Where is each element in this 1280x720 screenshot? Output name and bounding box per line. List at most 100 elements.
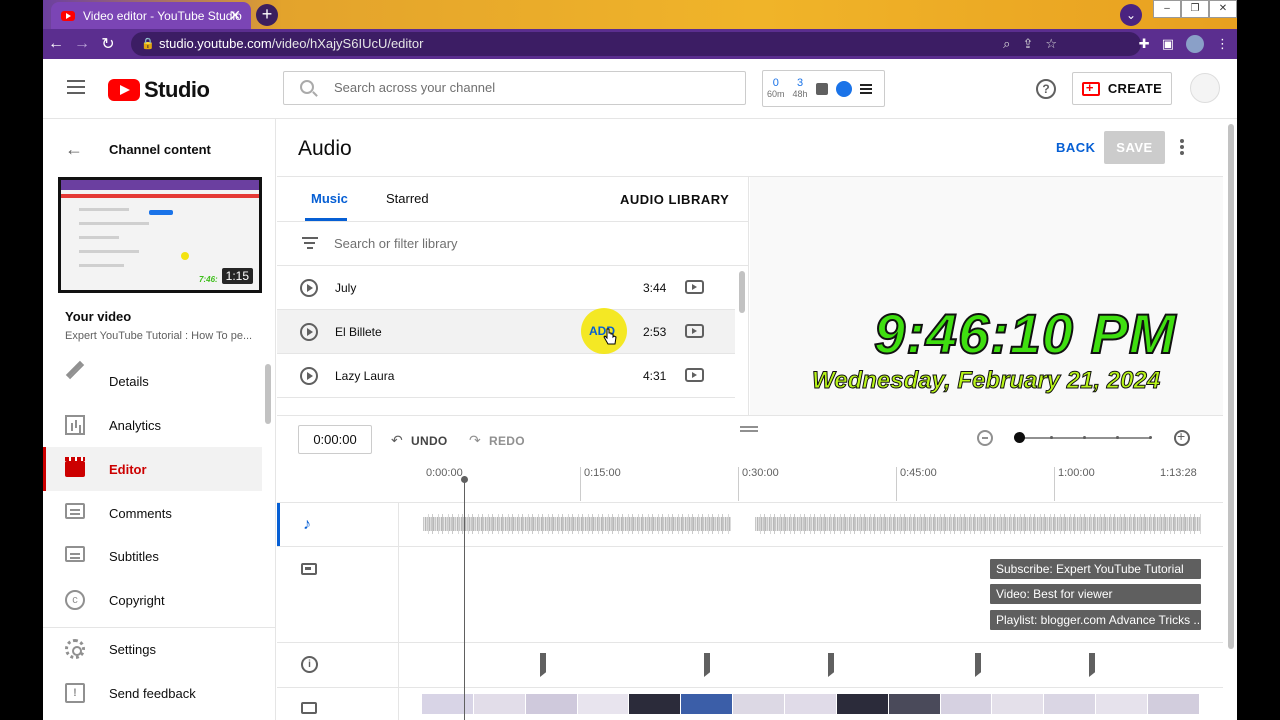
back-button[interactable]: BACK [1056,140,1096,155]
account-avatar[interactable] [1190,73,1220,103]
screen: Video editor - YouTube Studio ✕ + ⌄ – ❐ … [0,0,1280,720]
redo-button[interactable]: ↷ REDO [469,432,525,449]
restore-button[interactable]: ❐ [1181,0,1209,18]
timeline-audio-track[interactable]: ♪ [277,502,1223,546]
timeline-ruler[interactable]: 0:00:00 0:15:00 0:30:00 0:45:00 1:00:00 … [277,459,1223,502]
thumb-blue-button [149,210,173,215]
logo-text: Studio [144,77,210,102]
nav-item-feedback[interactable]: ! Send feedback [43,671,262,715]
youtube-link-icon[interactable] [685,368,704,382]
filter-icon[interactable] [302,237,318,249]
save-button[interactable]: SAVE [1104,131,1165,164]
hamburger-menu-icon[interactable] [67,80,85,94]
nav-item-comments[interactable]: Comments [43,491,262,535]
extensions-puzzle-icon[interactable]: ✚ [1139,32,1150,56]
create-button[interactable]: CREATE [1072,72,1172,105]
track-row[interactable]: July 3:44 [277,266,735,310]
copyright-icon: c [65,590,85,610]
track-name: Lazy Laura [335,369,395,383]
ruler-tick: 0:45:00 [900,467,937,479]
menu-lines-icon[interactable] [859,83,872,94]
new-tab-button[interactable]: + [256,4,278,26]
thumb-line [79,236,119,239]
play-circle-icon[interactable] [300,279,318,297]
timeline-video-track[interactable] [277,687,1223,720]
zoom-out-icon[interactable] [977,430,993,446]
playhead-line[interactable] [464,476,465,720]
tab-starred[interactable]: Starred [386,191,429,206]
analytics-bar-icon[interactable] [815,82,828,95]
forward-arrow-icon[interactable]: → [69,35,95,53]
browser-tab[interactable]: Video editor - YouTube Studio ✕ [51,2,251,29]
nav-label: Editor [109,461,147,477]
youtube-link-icon[interactable] [685,324,704,338]
zoom-in-icon[interactable] [1174,428,1190,446]
tab-music[interactable]: Music [311,191,348,206]
back-arrow-icon[interactable]: ← [43,35,69,53]
resize-handle-icon[interactable] [740,426,758,432]
card-marker[interactable] [704,653,710,677]
undo-button[interactable]: ↶ UNDO [391,432,448,449]
play-circle-icon[interactable] [300,367,318,385]
card-marker[interactable] [975,653,981,677]
timeline-endscreen-track[interactable]: Subscribe: Expert YouTube Tutorial Video… [277,546,1223,642]
video-title: Expert YouTube Tutorial : How To pe... [65,330,253,342]
minimize-button[interactable]: – [1153,0,1181,18]
track-row[interactable]: El Billete ADD 2:53 [277,308,735,354]
realtime-counters[interactable]: 0 60m 3 48h [762,70,885,107]
timecode-input[interactable]: 0:00:00 [298,425,372,454]
lock-icon: 🔒 [141,38,155,50]
bookmark-star-icon[interactable]: ☆ [1045,32,1057,56]
nav-item-details[interactable]: Details [43,359,262,403]
audio-library-link[interactable]: AUDIO LIBRARY [620,192,729,207]
overlay-clock-time: 9:46:10 PM [873,301,1177,366]
card-marker[interactable] [540,653,546,677]
audio-list-scrollbar[interactable] [739,271,745,313]
editor-main: Audio BACK SAVE Music Starred AUDIO LIBR… [277,119,1237,720]
zoom-icon[interactable]: ⌕ [1003,32,1010,56]
video-thumbnail[interactable]: 7:46: 1:15 [58,177,262,293]
card-marker[interactable] [828,653,834,677]
profile-avatar-icon[interactable] [1186,35,1204,53]
info-icon: i [301,656,318,673]
studio-logo[interactable]: Studio [108,77,210,103]
letterbox-left [0,0,43,720]
pencil-icon [65,360,85,380]
video-frame-strip [422,694,1200,714]
filter-row[interactable]: Search or filter library [277,222,748,266]
audio-tabs: Music Starred AUDIO LIBRARY [277,177,748,222]
nav-item-subtitles[interactable]: Subtitles [43,534,262,578]
side-panel-icon[interactable]: ▣ [1162,32,1174,56]
zoom-slider-knob[interactable] [1014,432,1025,443]
endscreen-element[interactable]: Playlist: blogger.com Advance Tricks ... [990,610,1201,630]
card-marker[interactable] [1089,653,1095,677]
channel-content-back[interactable]: ← Channel content [65,139,211,160]
track-row[interactable]: Lazy Laura 4:31 [277,354,735,398]
tab-search-chevron-icon[interactable]: ⌄ [1120,4,1142,26]
ruler-tick-line [1054,467,1055,501]
filter-input[interactable]: Search or filter library [334,236,458,251]
url-input[interactable]: 🔒 studio.youtube.com/video/hXajyS6IUcU/e… [131,32,1141,56]
youtube-link-icon[interactable] [685,280,704,294]
nav-item-analytics[interactable]: Analytics [43,403,262,447]
nav-item-editor[interactable]: Editor [43,447,262,491]
nav-item-settings[interactable]: Settings [43,627,262,671]
close-window-button[interactable]: ✕ [1209,0,1237,18]
share-icon[interactable]: ⇪ [1022,32,1033,56]
channel-search-input[interactable]: Search across your channel [283,71,746,105]
play-circle-icon[interactable] [300,323,318,341]
main-scrollbar[interactable] [1228,124,1234,649]
window-controls: – ❐ ✕ [1153,0,1237,18]
tab-close-icon[interactable]: ✕ [229,7,241,24]
chrome-menu-icon[interactable]: ⋮ [1216,32,1229,56]
leftnav-scrollbar[interactable] [265,364,271,424]
timeline-cards-track[interactable]: i [277,642,1223,687]
reload-icon[interactable]: ↻ [95,34,121,54]
endscreen-element[interactable]: Subscribe: Expert YouTube Tutorial [990,559,1201,579]
more-options-icon[interactable] [1180,139,1184,155]
video-preview[interactable]: 9:46:10 PM Wednesday, February 21, 2024 [750,177,1223,415]
extension-logo-icon[interactable] [835,80,852,97]
help-icon[interactable]: ? [1036,79,1056,99]
endscreen-element[interactable]: Video: Best for viewer [990,584,1201,604]
nav-item-copyright[interactable]: c Copyright [43,578,262,622]
